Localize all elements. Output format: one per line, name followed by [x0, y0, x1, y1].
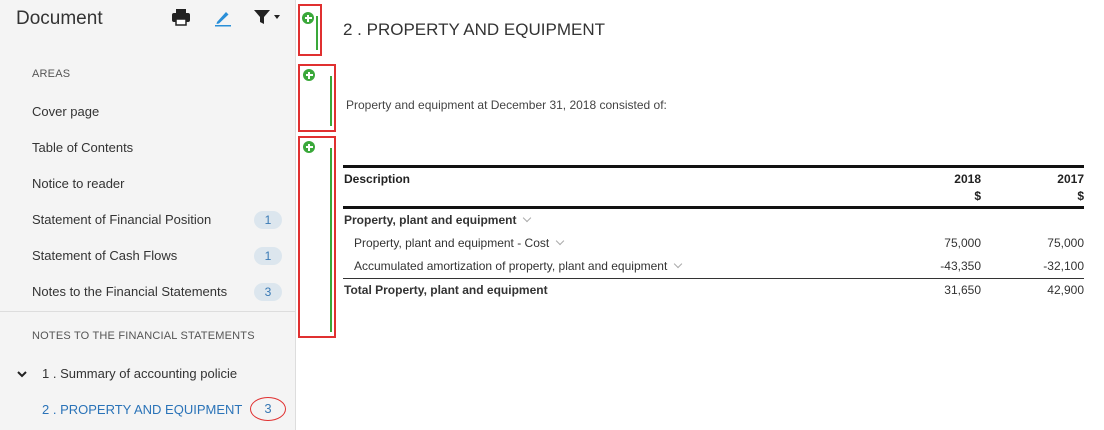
column-unit-2017: $	[1077, 189, 1084, 203]
block-indicator	[316, 16, 318, 50]
tree-item-summary-of-accounting-policies[interactable]: 1 . Summary of accounting policie	[0, 359, 296, 391]
count-badge: 3	[254, 283, 282, 301]
table-row-label[interactable]: Accumulated amortization of property, pl…	[354, 259, 683, 273]
table-cell-2018: -43,350	[940, 259, 981, 273]
notes-section-label: NOTES TO THE FINANCIAL STATEMENTS	[32, 330, 255, 342]
edit-button[interactable]	[212, 8, 234, 30]
table-cell-2017: 75,000	[1047, 236, 1084, 250]
chevron-down-icon[interactable]	[674, 259, 683, 269]
sidebar-item-label: Cover page	[32, 104, 100, 119]
count-badge: 1	[254, 247, 282, 265]
table-group-row[interactable]: Property, plant and equipment	[344, 213, 532, 227]
sidebar-title: Document	[16, 8, 103, 29]
tree-item-label: 1 . Summary of accounting policie	[42, 366, 238, 381]
column-header-description: Description	[344, 172, 411, 186]
intro-text: Property and equipment at December 31, 2…	[346, 98, 667, 112]
table-cell-2017: -32,100	[1043, 259, 1084, 273]
page-title: 2 . PROPERTY AND EQUIPMENT	[343, 20, 605, 39]
table-row-label[interactable]: Property, plant and equipment - Cost	[354, 236, 565, 250]
add-block-icon[interactable]	[302, 12, 314, 24]
sidebar-item-notice-to-reader[interactable]: Notice to reader	[0, 169, 296, 201]
sidebar-item-label: Notice to reader	[32, 176, 125, 191]
row-label: Property, plant and equipment - Cost	[354, 236, 550, 250]
filter-icon	[252, 8, 282, 31]
column-header-2017: 2017	[1057, 172, 1084, 186]
row-label: Accumulated amortization of property, pl…	[354, 259, 668, 273]
add-block-icon[interactable]	[303, 141, 315, 153]
sidebar-item-table-of-contents[interactable]: Table of Contents	[0, 133, 296, 165]
sidebar-item-statement-of-cash-flows[interactable]: Statement of Cash Flows 1	[0, 241, 296, 273]
total-row-label: Total Property, plant and equipment	[344, 283, 548, 297]
count-badge: 1	[254, 211, 282, 229]
count-badge: 3	[250, 397, 286, 421]
sidebar-item-statement-of-financial-position[interactable]: Statement of Financial Position 1	[0, 205, 296, 237]
add-block-icon[interactable]	[303, 69, 315, 81]
print-icon	[171, 8, 191, 31]
sidebar-item-label: Statement of Cash Flows	[32, 248, 178, 263]
areas-section-label: AREAS	[32, 68, 71, 80]
block-indicator	[330, 148, 332, 332]
print-button[interactable]	[170, 8, 192, 30]
content-block-frame[interactable]	[298, 136, 336, 338]
block-indicator	[330, 76, 332, 126]
total-rule	[343, 278, 1084, 279]
table-top-rule	[343, 165, 1084, 168]
sidebar-item-cover-page[interactable]: Cover page	[0, 97, 296, 129]
tree-item-label: 2 . PROPERTY AND EQUIPMENT	[42, 402, 243, 417]
table-header-rule	[343, 206, 1084, 209]
total-cell-2017: 42,900	[1047, 283, 1084, 297]
filter-button[interactable]	[250, 8, 284, 30]
sidebar-item-label: Notes to the Financial Statements	[32, 284, 228, 299]
sidebar-item-label: Statement of Financial Position	[32, 212, 212, 227]
column-unit-2018: $	[974, 189, 981, 203]
chevron-down-icon[interactable]	[523, 213, 532, 223]
chevron-down-icon[interactable]	[555, 236, 565, 246]
pencil-icon	[213, 7, 233, 32]
sidebar-divider	[0, 311, 296, 312]
chevron-down-icon[interactable]	[16, 367, 28, 379]
tree-item-property-and-equipment[interactable]: 2 . PROPERTY AND EQUIPMENT 3	[0, 395, 296, 427]
table-cell-2018: 75,000	[944, 236, 981, 250]
group-label: Property, plant and equipment	[344, 213, 517, 227]
sidebar: Document AREAS Cover page Table of Conte…	[0, 0, 296, 430]
sidebar-header: Document	[0, 0, 296, 40]
total-cell-2018: 31,650	[944, 283, 981, 297]
sidebar-item-label: Table of Contents	[32, 140, 134, 155]
sidebar-item-notes-to-financial-statements[interactable]: Notes to the Financial Statements 3	[0, 277, 296, 309]
column-header-2018: 2018	[954, 172, 981, 186]
